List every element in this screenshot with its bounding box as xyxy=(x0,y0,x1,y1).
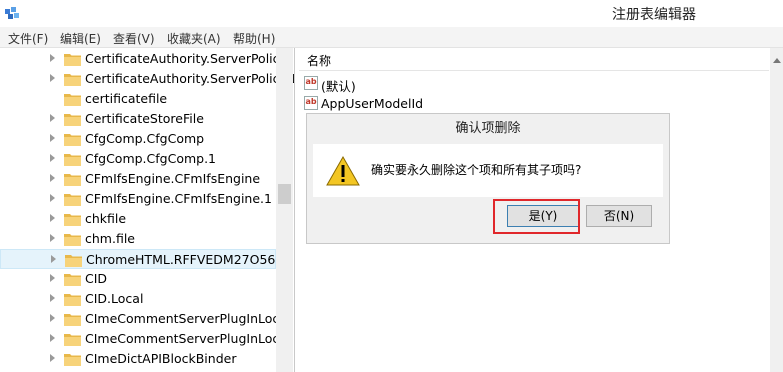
tree-item[interactable]: CImeDictAPIBlockBinder xyxy=(0,349,276,369)
confirm-delete-dialog: 确认项删除 确实要永久删除这个项和所有其子项吗? 是(Y) 否(N) xyxy=(306,113,670,244)
tree-item-label: CfgComp.CfgComp.1 xyxy=(85,151,216,166)
expand-arrow-icon[interactable] xyxy=(50,214,55,222)
no-button[interactable]: 否(N) xyxy=(586,205,652,227)
tree-item-label: chkfile xyxy=(85,211,127,226)
folder-icon xyxy=(64,354,81,366)
window-title: 注册表编辑器 xyxy=(612,7,696,23)
tree-item-label: CFmIfsEngine.CFmIfsEngine xyxy=(85,171,261,186)
tree-item-label: certificatefile xyxy=(85,91,168,106)
menu-file[interactable]: 文件(F) xyxy=(8,30,48,47)
ab-string-icon: ab xyxy=(304,76,318,90)
expand-arrow-icon[interactable] xyxy=(50,334,55,342)
expand-arrow-icon[interactable] xyxy=(50,274,55,282)
tree-item[interactable]: CfgComp.CfgComp.1 xyxy=(0,149,276,169)
expand-arrow-icon[interactable] xyxy=(50,154,55,162)
tree-item[interactable]: chm.file xyxy=(0,229,276,249)
tree-item[interactable]: ChromeHTML.RFFVEDM27O56P5 xyxy=(0,249,291,269)
tree-scrollbar[interactable] xyxy=(276,48,293,372)
folder-icon xyxy=(64,274,81,286)
values-header: 名称 xyxy=(299,48,769,71)
value-name: (默认) xyxy=(321,79,356,94)
tree-item-label: CImeCommentServerPlugInLocal xyxy=(85,331,291,346)
folder-icon xyxy=(64,334,81,346)
tree-item[interactable]: CImeCommentServerPlugInLocal xyxy=(0,329,290,349)
folder-icon xyxy=(64,214,81,226)
expand-arrow-icon[interactable] xyxy=(50,74,55,82)
tree-item[interactable]: CImeCommentServerPlugInLocal xyxy=(0,309,290,329)
column-name-header[interactable]: 名称 xyxy=(307,52,331,69)
expand-arrow-icon[interactable] xyxy=(50,174,55,182)
tree-item-label: CImeDictAPIBlockBinder xyxy=(85,351,237,366)
tree-item-label: CfgComp.CfgComp xyxy=(85,131,205,146)
menu-view[interactable]: 查看(V) xyxy=(113,30,155,47)
tree-item-label: chm.file xyxy=(85,231,135,246)
tree-item[interactable]: CFmIfsEngine.CFmIfsEngine xyxy=(0,169,276,189)
tree-item[interactable]: CfgComp.CfgComp xyxy=(0,129,276,149)
key-tree[interactable]: CertificateAuthority.ServerPolicy Certifi… xyxy=(0,48,295,372)
folder-icon xyxy=(64,314,81,326)
regedit-icon xyxy=(5,7,19,19)
folder-icon xyxy=(64,154,81,166)
menu-edit[interactable]: 编辑(E) xyxy=(60,30,101,47)
tree-item[interactable]: chkfile xyxy=(0,209,276,229)
folder-icon xyxy=(64,294,81,306)
expand-arrow-icon[interactable] xyxy=(51,255,56,263)
tree-item-label: CertificateAuthority.ServerPolicy.1 xyxy=(85,71,295,86)
dialog-title: 确认项删除 xyxy=(455,121,521,136)
tree-item-label: CID.Local xyxy=(85,291,144,306)
tree-item[interactable]: CFmIfsEngine.CFmIfsEngine.1 xyxy=(0,189,276,209)
tree-item[interactable]: CertificateAuthority.ServerPolicy xyxy=(0,49,287,69)
tree-item-label: CertificateStoreFile xyxy=(85,111,204,126)
expand-arrow-icon[interactable] xyxy=(50,194,55,202)
dialog-message: 确实要永久删除这个项和所有其子项吗? xyxy=(371,163,582,177)
folder-icon xyxy=(64,94,81,106)
tree-item[interactable]: CertificateStoreFile xyxy=(0,109,276,129)
tree-item-label: CID xyxy=(85,271,108,286)
menu-bar: 文件(F) 编辑(E) 查看(V) 收藏夹(A) 帮助(H) xyxy=(0,27,783,48)
folder-icon xyxy=(64,174,81,186)
values-scrollbar[interactable] xyxy=(770,48,783,372)
expand-arrow-icon[interactable] xyxy=(50,354,55,362)
expand-arrow-icon[interactable] xyxy=(50,234,55,242)
expand-arrow-icon[interactable] xyxy=(50,294,55,302)
folder-icon xyxy=(64,74,81,86)
yes-button[interactable]: 是(Y) xyxy=(507,205,579,227)
title-bar: 注册表编辑器 xyxy=(0,0,783,27)
folder-icon xyxy=(64,54,81,66)
tree-item-label: CImeCommentServerPlugInLocal xyxy=(85,311,291,326)
folder-icon xyxy=(64,194,81,206)
expand-arrow-icon[interactable] xyxy=(50,314,55,322)
tree-item[interactable]: certificatefile xyxy=(0,89,276,109)
folder-icon xyxy=(64,234,81,246)
expand-arrow-icon[interactable] xyxy=(50,114,55,122)
expand-arrow-icon[interactable] xyxy=(50,54,55,62)
tree-item[interactable]: CID xyxy=(0,269,276,289)
tree-item-label: CertificateAuthority.ServerPolicy xyxy=(85,51,287,66)
tree-item-label: ChromeHTML.RFFVEDM27O56P5 xyxy=(86,252,291,267)
folder-icon xyxy=(64,134,81,146)
tree-item[interactable]: CID.Local xyxy=(0,289,276,309)
value-name: AppUserModelId xyxy=(321,96,424,111)
menu-favorites[interactable]: 收藏夹(A) xyxy=(167,30,221,47)
tree-scroll-thumb[interactable] xyxy=(278,184,291,204)
menu-help[interactable]: 帮助(H) xyxy=(233,30,275,47)
warning-icon xyxy=(326,156,360,186)
tree-item[interactable]: CertificateAuthority.ServerPolicy.1 xyxy=(0,69,294,89)
expand-arrow-icon[interactable] xyxy=(50,134,55,142)
scroll-up-arrow-icon[interactable] xyxy=(773,58,781,63)
ab-string-icon: ab xyxy=(304,96,318,110)
tree-item-label: CFmIfsEngine.CFmIfsEngine.1 xyxy=(85,191,272,206)
folder-icon xyxy=(64,114,81,126)
folder-icon xyxy=(65,255,82,267)
dialog-body: 确实要永久删除这个项和所有其子项吗? xyxy=(313,144,663,197)
